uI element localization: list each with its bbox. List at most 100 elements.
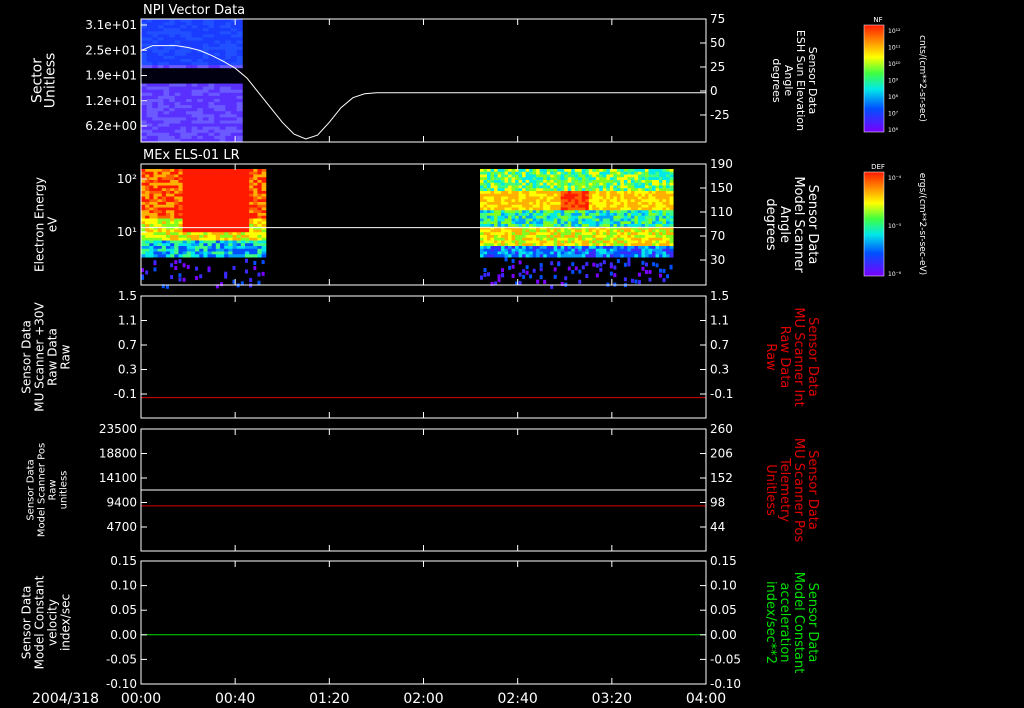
heatmap-cell [163, 92, 170, 97]
heatmap-cell [157, 105, 164, 109]
heatmap-cell [146, 132, 153, 137]
heatmap-cell [225, 86, 232, 91]
heatmap-cell [225, 71, 232, 75]
heatmap-cell [202, 132, 209, 137]
heatmap-cell [146, 83, 153, 88]
spectrogram-speck [659, 268, 663, 273]
heatmap-cell [163, 111, 170, 115]
spectrogram-cell [578, 254, 583, 258]
heatmap-cell [152, 80, 159, 85]
heatmap-cell [230, 19, 238, 23]
heatmap-cell [197, 58, 204, 63]
heatmap-cell [219, 126, 226, 131]
heatmap-cell [191, 123, 198, 128]
heatmap-cell [185, 19, 193, 23]
heatmap-cell [141, 28, 148, 32]
heatmap-cell [230, 129, 238, 134]
heatmap-cell [214, 135, 221, 140]
heatmap-cell [202, 95, 209, 100]
spectrogram-cell [174, 254, 179, 258]
heatmap-cell [174, 58, 181, 63]
y-tick-label: 0.3 [118, 363, 137, 377]
heatmap-cell [230, 22, 238, 26]
heatmap-cell [202, 71, 209, 75]
y-tick-label: -0.10 [106, 677, 137, 691]
heatmap-cell [146, 77, 153, 81]
heatmap-cell [225, 19, 232, 23]
heatmap-cell [169, 111, 176, 115]
heatmap-cell [163, 22, 170, 26]
heatmap-cell [214, 65, 221, 69]
left-axis-label-line: Raw [48, 479, 59, 500]
spectrogram-cell [553, 254, 558, 258]
spectrogram-cell [599, 254, 604, 258]
heatmap-cell [141, 92, 148, 97]
spectrogram-speck [641, 266, 645, 271]
heatmap-cell [169, 123, 176, 128]
heatmap-cell [146, 105, 153, 109]
spectrogram-speck [487, 272, 491, 277]
heatmap-cell [214, 123, 221, 128]
left-axis-label-line: Electron Energy [33, 177, 47, 272]
heatmap-cell [225, 111, 232, 115]
heatmap-cell [208, 19, 215, 23]
heatmap-cell [214, 111, 221, 115]
heatmap-cell [163, 71, 170, 75]
heatmap-cell [197, 126, 204, 131]
spectrogram-speck [592, 262, 596, 267]
colorbar-tick-label: 10⁻⁶ [888, 271, 902, 278]
heatmap-cell [197, 55, 204, 60]
heatmap-cell [236, 55, 243, 60]
y-tick-label-right: 30 [710, 253, 725, 267]
spectrogram-speck [182, 263, 186, 268]
heatmap-cell [202, 25, 209, 29]
heatmap-cell [202, 77, 209, 81]
heatmap-cell [202, 108, 209, 112]
heatmap-cell [157, 102, 164, 106]
heatmap-cell [202, 105, 209, 109]
heatmap-cell [169, 92, 176, 97]
heatmap-cell [219, 31, 226, 35]
spectrogram-cell [220, 254, 225, 258]
spectrogram-speck [253, 261, 257, 266]
heatmap-cell [225, 83, 232, 88]
spectrogram-cell [145, 254, 150, 258]
heatmap-cell [225, 123, 232, 128]
heatmap-cell [180, 132, 187, 137]
heatmap-cell [180, 25, 187, 29]
heatmap-cell [174, 83, 181, 88]
heatmap-cell [163, 58, 170, 63]
heatmap-cell [191, 77, 198, 81]
heatmap-cell [230, 80, 238, 85]
spectrogram-speck [249, 277, 253, 282]
heatmap-cell [174, 132, 181, 137]
heatmap-cell [208, 68, 215, 72]
heatmap-cell [197, 102, 204, 106]
heatmap-cell [141, 31, 148, 35]
spectrogram-cell [637, 254, 642, 258]
heatmap-cell [169, 71, 176, 75]
colorbar-tick-label: 10¹⁰ [888, 61, 901, 68]
spectrogram-speck [220, 282, 224, 287]
y-tick-label-right: 0 [710, 84, 718, 98]
spectrogram-speck [644, 269, 648, 274]
heatmap-cell [197, 86, 204, 91]
spectrogram-speck [599, 267, 603, 272]
heatmap-cell [146, 117, 153, 121]
heatmap-cell [236, 83, 243, 88]
heatmap-cell [152, 37, 159, 42]
heatmap-cell [185, 95, 193, 100]
spectrogram-speck [659, 273, 663, 278]
heatmap-cell [185, 52, 193, 57]
heatmap-cell [146, 19, 153, 23]
heatmap-cell [197, 83, 204, 88]
heatmap-cell [169, 83, 176, 88]
time-tick-label: 01:20 [309, 691, 349, 707]
heatmap-cell [219, 19, 226, 23]
heatmap-cell [163, 65, 170, 69]
right-axis-label-line: acceleration [777, 582, 792, 662]
heatmap-cell [163, 31, 170, 35]
spectrogram-speck [170, 275, 174, 280]
heatmap-cell [219, 80, 226, 85]
panel-title: NPI Vector Data [143, 3, 245, 18]
